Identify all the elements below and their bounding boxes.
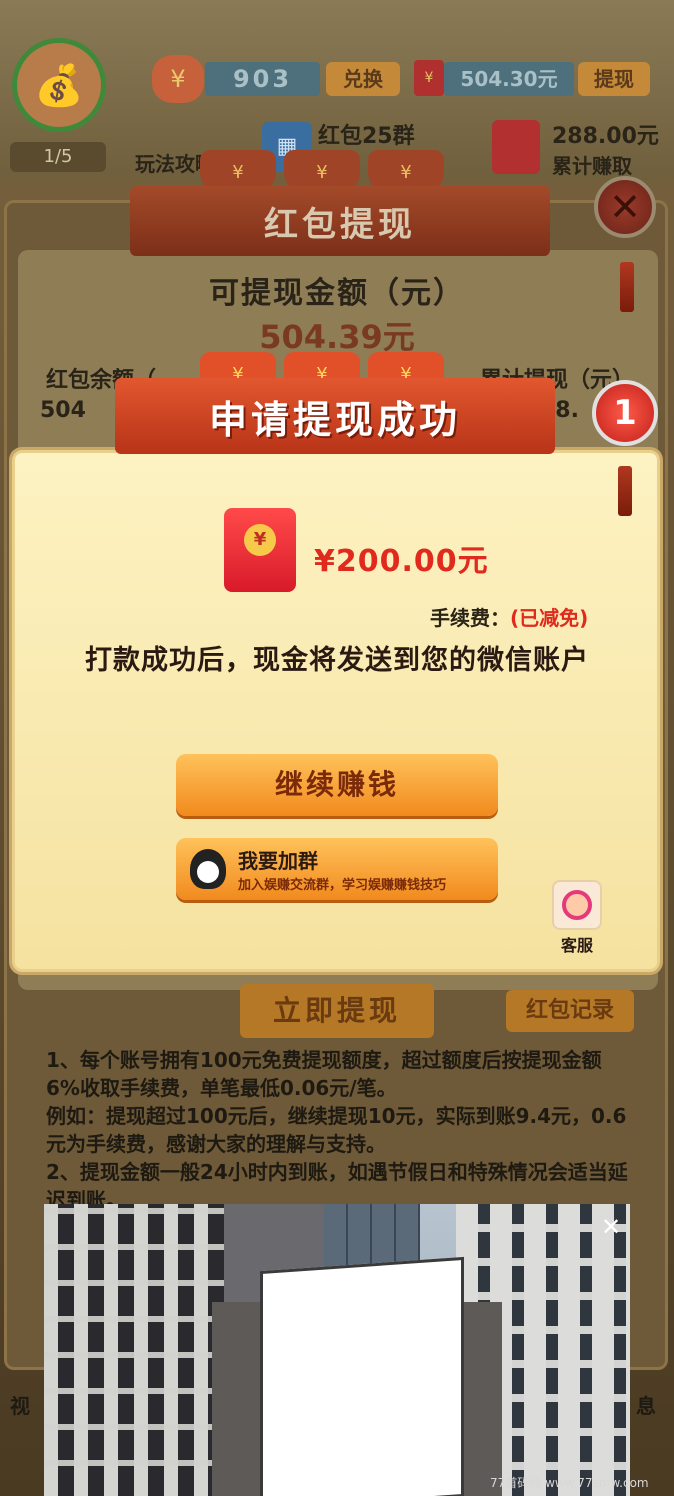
available-label: 可提现金额（元） bbox=[209, 276, 465, 311]
fee-value: (已减免) bbox=[510, 606, 589, 630]
yuan-coin-icon: ¥ bbox=[244, 524, 276, 556]
customer-service-label[interactable]: 客服 bbox=[550, 932, 604, 956]
continue-earning-button[interactable]: 继续赚钱 bbox=[176, 754, 498, 816]
red-packet-record-button[interactable]: 红包记录 bbox=[506, 990, 634, 1032]
watermark: 77首码网 www.77smw.com bbox=[490, 1476, 649, 1490]
join-group-title: 我要加群 bbox=[238, 849, 318, 873]
headset-agent-icon bbox=[562, 890, 592, 920]
join-group-text: 我要加群 加入娱赚交流群，学习娱赚赚钱技巧 bbox=[238, 845, 446, 893]
close-icon[interactable]: ✕ bbox=[594, 176, 656, 238]
rule-line: 例如：提现超过100元后，继续提现10元，实际到账9.4元，0.6元为手续费，感… bbox=[46, 1104, 627, 1156]
ad-close-icon[interactable]: ✕ bbox=[598, 1214, 624, 1240]
ad-building-left-floors bbox=[44, 1204, 224, 1496]
join-group-subtitle: 加入娱赚交流群，学习娱赚赚钱技巧 bbox=[238, 878, 447, 893]
success-message: 打款成功后，现金将发送到您的微信账户 bbox=[85, 645, 589, 676]
customer-service-icon[interactable] bbox=[552, 880, 602, 930]
red-packet-icon: ¥ bbox=[414, 60, 444, 96]
side-text-left: 视 bbox=[10, 1394, 30, 1418]
fee-label: 手续费： bbox=[430, 606, 510, 630]
withdraw-now-button[interactable]: 立即提现 bbox=[240, 984, 434, 1038]
rules-text: 1、每个账号拥有100元免费提现额度，超过额度后按提现金额6%收取手续费，单笔最… bbox=[46, 1046, 630, 1214]
qq-penguin-icon bbox=[190, 849, 226, 889]
join-group-button[interactable]: 我要加群 加入娱赚交流群，学习娱赚赚钱技巧 bbox=[176, 838, 498, 900]
balance-display: 504.30元 bbox=[444, 62, 574, 96]
coin-bag-icon: ¥ bbox=[152, 55, 204, 103]
success-dialog-title: 申请提现成功 bbox=[115, 378, 555, 454]
topbar-withdraw-button[interactable]: 提现 bbox=[578, 62, 650, 96]
tassel-decoration bbox=[618, 466, 632, 516]
side-text-right: 息 bbox=[636, 1394, 656, 1418]
withdraw-panel-title: 红包提现 bbox=[130, 186, 550, 256]
total-earned-label: 累计赚取 bbox=[552, 154, 632, 178]
avatar-moneybag-icon[interactable]: 💰 bbox=[12, 38, 106, 132]
rule-line: 1、每个账号拥有100元免费提现额度，超过额度后按提现金额6%收取手续费，单笔最… bbox=[46, 1048, 602, 1100]
notification-badge[interactable]: 1 bbox=[592, 380, 658, 446]
total-earned-amount: 288.00元 bbox=[552, 124, 659, 149]
ad-blank-billboard bbox=[260, 1256, 464, 1496]
level-indicator: 1/5 bbox=[10, 142, 106, 172]
coin-count: 903 bbox=[205, 62, 320, 96]
ad-banner-image[interactable] bbox=[44, 1204, 630, 1496]
group-label[interactable]: 红包25群 bbox=[318, 118, 415, 150]
game-screen: { "topbar": { "level": "1/5", "coins": "… bbox=[0, 0, 674, 1496]
exchange-button[interactable]: 兑换 bbox=[326, 62, 400, 96]
fee-row: 手续费：(已减免) bbox=[430, 602, 588, 631]
balance-value: 504 bbox=[40, 398, 86, 423]
total-red-packet-icon bbox=[492, 120, 540, 174]
withdraw-amount: ¥200.00元 bbox=[314, 544, 489, 579]
red-packet-icon: ¥ bbox=[224, 508, 296, 592]
